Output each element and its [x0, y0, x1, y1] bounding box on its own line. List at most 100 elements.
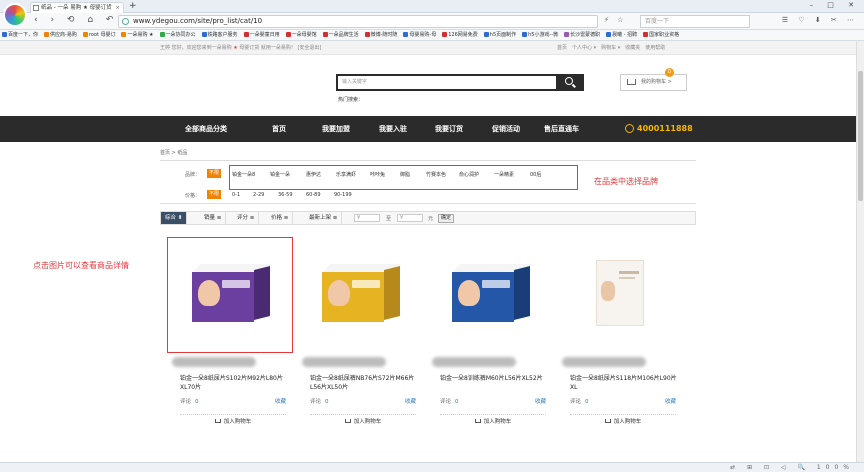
package-text [619, 271, 639, 274]
url-text: www.ydegou.com/site/pro_list/cat/10 [133, 17, 263, 25]
top-link[interactable]: 收藏夹 [625, 45, 640, 51]
main-nav-item[interactable]: 促销活动 [492, 116, 520, 142]
price-option[interactable]: 36-59 [278, 192, 293, 198]
review-label: 评论 [440, 399, 452, 405]
bookmark-item[interactable]: 一朵品牌生活 [322, 30, 359, 40]
welcome-prefix: 王婷 您好，欢迎您来到一朵易购 [160, 45, 232, 51]
bookmark-item[interactable]: 长沙雷蒙德职 [564, 30, 600, 40]
bookmark-label: 126网易免费 [448, 32, 478, 38]
window-controls[interactable]: – □ ✕ [810, 1, 860, 9]
price-option[interactable]: 0-1 [232, 192, 240, 198]
bookmark-item[interactable]: h5小游戏--微 [522, 30, 558, 40]
bookmark-item[interactable]: root 母婴订 [82, 30, 115, 40]
add-to-cart-button[interactable]: 加入购物车 [440, 414, 546, 426]
price-option[interactable]: 60-89 [306, 192, 321, 198]
review-count[interactable]: 0 [585, 399, 589, 405]
product-meta: 评论 0 收藏 [440, 397, 546, 405]
sort-option[interactable]: 评分 ≡ [233, 212, 260, 224]
add-to-cart-button[interactable]: 加入购物车 [570, 414, 676, 426]
search-button[interactable] [557, 74, 584, 91]
bookmarks-bar: 百度一下，你 供应商-易购 root 母婴订 一朵易购 ★ 一朵协同办公 铁路客户服务 一朵… [0, 30, 864, 41]
logout-link[interactable]: [安全退出] [297, 45, 321, 51]
blurred-price [172, 357, 256, 367]
favorite-link[interactable]: 收藏 [275, 397, 286, 405]
price-to-input[interactable]: ¥ [397, 214, 423, 222]
close-tab-icon[interactable]: × [115, 3, 120, 13]
product-name[interactable]: 铂金一朵8纸尿裤NB76片S72片M66片L56片XL50片 [310, 374, 418, 392]
blurred-price [302, 357, 386, 367]
my-cart-button[interactable]: 我的购物车 > [620, 74, 687, 91]
bookmark-item[interactable]: 铁路客户服务 [201, 30, 238, 40]
top-link[interactable]: 首页 [557, 45, 567, 51]
scrollbar-thumb[interactable] [858, 71, 863, 201]
price-all-tag[interactable]: 不限 [207, 190, 221, 199]
sort-option[interactable]: 综合 ⬍ [161, 212, 188, 224]
breadcrumb[interactable]: 首页 > 纸品 [160, 149, 187, 156]
brand-all-tag[interactable]: 不限 [207, 169, 221, 178]
browser-logo-icon[interactable] [3, 3, 27, 27]
page-scrollbar[interactable] [856, 41, 864, 462]
bookmark-item[interactable]: 百度一下，你 [2, 30, 38, 40]
address-bar-icons[interactable]: ⚡ ☆ [604, 16, 626, 24]
browser-search-box[interactable]: 百度一下 [640, 15, 750, 28]
bookmark-item[interactable]: 一朵母婴馆 [285, 30, 317, 40]
bookmark-item[interactable]: 供应商-易购 [44, 30, 77, 40]
main-nav-item[interactable]: 我要订货 [435, 116, 463, 142]
product-meta: 评论 0 收藏 [180, 397, 286, 405]
product-image[interactable] [560, 240, 680, 350]
favorite-link[interactable]: 收藏 [535, 397, 546, 405]
product-name[interactable]: 铂金一朵8训练裤M60片L56片XL52片 [440, 374, 548, 383]
new-tab-button[interactable]: + [129, 1, 137, 11]
bookmark-icon [606, 32, 612, 37]
favorite-link[interactable]: 收藏 [405, 397, 416, 405]
browser-tab[interactable]: 纸品 - 一朵 易购 ★ 母婴订货 × [30, 2, 124, 13]
sort-option[interactable]: 最新上架 ≡ [305, 212, 343, 224]
product-name[interactable]: 铂金一朵8纸尿片S102片M92片L80片XL70片 [180, 374, 288, 392]
browser-nav-buttons[interactable]: ‹ › ⟲ ⌂ ↶ [34, 15, 118, 25]
bookmark-label: 一朵易购 ★ [127, 32, 154, 38]
top-link[interactable]: 使用帮助 [645, 45, 665, 51]
top-link[interactable]: 购物车 ▾ [601, 45, 620, 51]
bookmark-label: h5页面制作 [489, 32, 517, 38]
price-option[interactable]: 2-29 [253, 192, 264, 198]
bookmark-label: 铁路客户服务 [207, 32, 238, 38]
sort-option[interactable]: 销量 ≡ [200, 212, 227, 224]
search-input[interactable]: 输入关键字 [336, 74, 558, 91]
bookmark-item[interactable]: 一朵婴童日用 [243, 30, 280, 40]
bookmark-item[interactable]: 126网易免费 [442, 30, 478, 40]
price-to-label: 至 [386, 216, 392, 222]
add-to-cart-button[interactable]: 加入购物车 [180, 414, 286, 426]
bookmark-item[interactable]: 母婴易购-母 [403, 30, 436, 40]
product-name[interactable]: 铂金一朵8纸尿片S118片M106片L90片XL [570, 374, 678, 392]
bookmark-item[interactable]: 微博-随时随 [364, 30, 397, 40]
address-bar[interactable]: www.ydegou.com/site/pro_list/cat/10 [118, 15, 598, 28]
top-link[interactable]: 个人中心 ▾ [572, 45, 596, 51]
main-nav-item[interactable]: 我要入驻 [379, 116, 407, 142]
price-from-input[interactable]: ¥ [354, 214, 380, 222]
favorite-link[interactable]: 收藏 [665, 397, 676, 405]
review-count[interactable]: 0 [325, 399, 329, 405]
bookmark-item[interactable]: 晨曦 - 招聘 [606, 30, 637, 40]
price-confirm-button[interactable]: 确定 [438, 214, 454, 223]
product-image[interactable] [430, 240, 550, 350]
price-option[interactable]: 90-199 [334, 192, 352, 198]
product-image[interactable] [300, 240, 420, 350]
main-nav-item[interactable]: 首页 [272, 116, 286, 142]
add-to-cart-label: 加入购物车 [613, 419, 642, 425]
main-nav-item[interactable]: 全部商品分类 [185, 116, 227, 142]
main-nav-item[interactable]: 售后直通车 [544, 116, 579, 142]
browser-tab-bar: 纸品 - 一朵 易购 ★ 母婴订货 × + – □ ✕ [0, 0, 864, 13]
review-count[interactable]: 0 [195, 399, 199, 405]
hotline-number: 4000111888 [637, 124, 693, 133]
sort-option[interactable]: 价格 ≡ [267, 212, 294, 224]
status-icons[interactable]: ⇄ ⊞ ⊡ ◁ 🔍 100% [730, 463, 854, 472]
browser-tool-icons[interactable]: ☰ ♡ ⬇ ✂ ⋯ [782, 16, 858, 24]
bookmark-item[interactable]: 一朵协同办公 [159, 30, 196, 40]
bookmark-item[interactable]: 一朵易购 ★ [121, 30, 154, 40]
review-count[interactable]: 0 [455, 399, 459, 405]
security-icon [122, 18, 129, 25]
add-to-cart-button[interactable]: 加入购物车 [310, 414, 416, 426]
main-nav-item[interactable]: 我要加盟 [322, 116, 350, 142]
bookmark-item[interactable]: h5页面制作 [483, 30, 517, 40]
bookmark-item[interactable]: 国家职业资格 [643, 30, 679, 40]
